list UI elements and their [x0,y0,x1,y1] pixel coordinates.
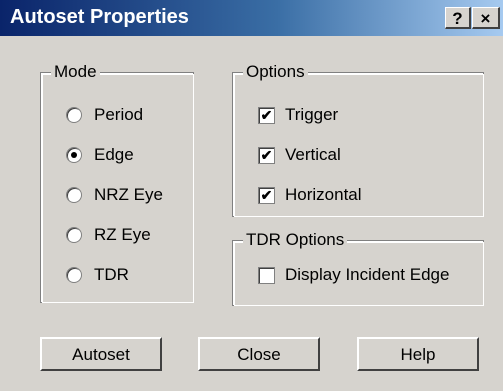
tdr-label: TDR [94,265,129,284]
mode-option-period[interactable]: Period [66,103,143,127]
mode-option-edge[interactable]: Edge [66,143,134,167]
period-label: Period [94,105,144,124]
horizontal-label: Horizontal [285,185,362,204]
mode-option-nrz-eye[interactable]: NRZ Eye [66,183,163,207]
autoset-properties-dialog: Autoset Properties ? × Mode Period Edge … [0,0,503,391]
trigger-option[interactable]: ✔ Trigger [258,103,338,127]
horizontal-checkbox[interactable]: ✔ [258,186,275,204]
window-title: Autoset Properties [10,6,189,28]
close-title-button[interactable]: × [472,7,500,29]
edge-label: Edge [94,145,134,164]
autoset-button[interactable]: Autoset [40,337,162,371]
trigger-checkbox[interactable]: ✔ [258,106,275,124]
nrz-eye-label: NRZ Eye [94,185,163,204]
display-incident-edge-option[interactable]: Display Incident Edge [258,263,449,287]
tdr-radio[interactable] [66,267,82,283]
display-incident-edge-label: Display Incident Edge [285,265,450,284]
rz-eye-radio[interactable] [66,227,82,243]
options-legend: Options [243,61,308,83]
mode-option-tdr[interactable]: TDR [66,263,129,287]
help-button[interactable]: Help [357,337,479,371]
horizontal-option[interactable]: ✔ Horizontal [258,183,362,207]
mode-option-rz-eye[interactable]: RZ Eye [66,223,151,247]
tdr-options-legend: TDR Options [243,229,348,251]
rz-eye-label: RZ Eye [94,225,151,244]
edge-radio[interactable] [66,147,82,163]
radio-selected-dot [71,152,77,158]
display-incident-edge-checkbox[interactable] [258,266,275,284]
nrz-eye-radio[interactable] [66,187,82,203]
vertical-checkbox[interactable]: ✔ [258,146,275,164]
trigger-label: Trigger [285,105,339,124]
mode-legend: Mode [51,61,100,83]
help-title-button[interactable]: ? [445,7,471,29]
vertical-option[interactable]: ✔ Vertical [258,143,341,167]
close-button[interactable]: Close [198,337,320,371]
vertical-label: Vertical [285,145,341,164]
period-radio[interactable] [66,107,82,123]
title-bar[interactable]: Autoset Properties ? × [0,0,503,36]
